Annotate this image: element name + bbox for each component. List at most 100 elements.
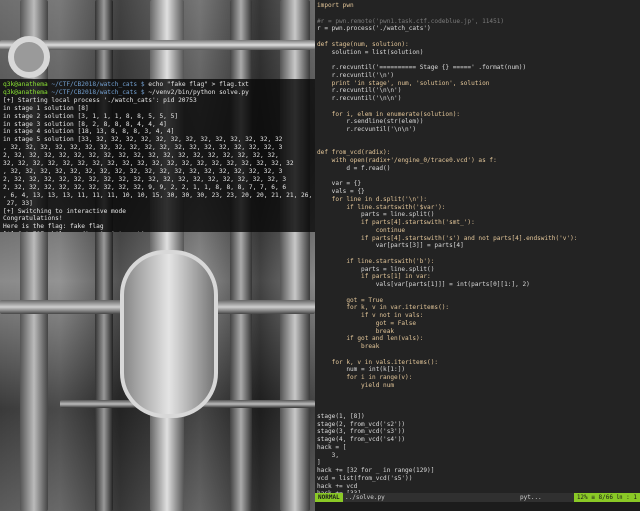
terminal-prompt-line: q3k@anathema ~/CTF/CB2018/watch_cats $ e…: [3, 81, 312, 89]
code-line: vals[var[parts[1]]] = int(parts[0][1:], …: [317, 281, 530, 288]
code-line: for i, elem in enumerate(solution):: [317, 110, 461, 118]
code-line: if parts[1] in var:: [317, 273, 431, 281]
terminal-output-line: 27, 33]: [3, 199, 33, 207]
code-line: r.recvuntil('\n'): [317, 71, 395, 79]
prompt-path: ~/CTF/CB2018/watch_cats $: [47, 88, 149, 96]
code-line: vals = {}: [317, 188, 365, 195]
vim-mode-indicator: NORMAL: [315, 493, 343, 502]
terminal-output-line: , 6, 4, 13, 13, 13, 11, 11, 11, 10, 10, …: [3, 191, 312, 199]
code-line: got = False: [317, 319, 417, 327]
terminal-output-line: in stage 3 solution [8, 2, 8, 8, 8, 4, 4…: [3, 120, 167, 128]
code-line: def from_vcd(radix):: [317, 149, 391, 157]
code-line: got = True: [317, 296, 384, 304]
wallpaper-pipe: [95, 0, 113, 511]
code-line: if line.startswith('b'):: [317, 257, 435, 265]
code-line: print 'in stage', num, 'solution', solut…: [317, 79, 490, 87]
code-line: for i in range(v):: [317, 374, 413, 381]
terminal-output-line: in stage 5 solution [33, 32, 32, 32, 32,…: [3, 136, 283, 144]
code-line: #r = pwn.remote('pwn1.task.ctf.codeblue.…: [317, 17, 505, 25]
code-line: parts = line.split(): [317, 211, 435, 219]
code-line: var = {}: [317, 180, 362, 188]
code-line: import pwn: [317, 2, 354, 9]
code-line: stage(2, from_vcd('s2')): [317, 420, 406, 428]
code-line: d = f.read(): [317, 164, 391, 172]
terminal-output-line: 32, 32, 32, 32, 32, 32, 32, 32, 32, 32, …: [3, 160, 294, 168]
code-line: if parts[4].startswith('s') and not part…: [317, 234, 578, 242]
code-line: r = pwn.process('./watch_cats'): [317, 25, 431, 33]
code-line: if got and len(vals):: [317, 335, 424, 343]
terminal-output-line: 2, 32, 32, 32, 32, 32, 32, 32, 32, 32, 3…: [3, 152, 279, 160]
code-line: def stage(num, solution):: [317, 40, 409, 48]
terminal-output-line: , 32, 32, 32, 32, 32, 32, 32, 32, 32, 32…: [3, 167, 283, 175]
terminal-output-line: in stage 1 solution [8]: [3, 104, 89, 112]
terminal-output: [+] Starting local process './watch_cats…: [3, 97, 312, 232]
terminal-output-line: [+] Starting local process './watch_cats…: [3, 96, 197, 104]
code-line: for k, v in var.iteritems():: [317, 304, 450, 312]
terminal-output-line: Here is the flag: fake flag: [3, 223, 104, 231]
code-line: r.recvuntil('\n\n'): [317, 126, 417, 133]
code-line: stage(3, from_vcd('s3')): [317, 428, 406, 436]
terminal-output-line: [+] Switching to interactive mode: [3, 207, 126, 215]
terminal-prompt-line: q3k@anathema ~/CTF/CB2018/watch_cats $ ~…: [3, 89, 312, 97]
code-line: hack += [32 for _ in range(129)]: [317, 467, 435, 474]
code-line: solution = list(solution): [317, 48, 424, 56]
code-line: if parts[4].startswith('smt_'):: [317, 219, 475, 226]
code-line: continue: [317, 226, 406, 234]
terminal-output-line: [*] Got EOF while reading in interactive: [3, 231, 312, 232]
prompt-command: echo "fake flag" > flag.txt: [148, 81, 249, 88]
code-line: var[parts[3]] = parts[4]: [317, 242, 464, 250]
code-line: break: [317, 327, 395, 335]
code-line: 3,: [317, 451, 340, 459]
code-line: stage(4, from_vcd('s4')): [317, 436, 406, 443]
terminal-output-line: in stage 2 solution [3, 1, 1, 1, 8, 8, 5…: [3, 112, 179, 120]
code-line: parts = line.split(): [317, 265, 435, 273]
vim-cursor-position: 12% ≡ 8/66 ㏑ : 1: [573, 493, 640, 502]
code-line: r.sendline(str(elem)): [317, 118, 424, 126]
vim-code-area[interactable]: import pwn #r = pwn.remote('pwn1.task.ctf…: [317, 2, 638, 493]
code-line: hack = [: [317, 443, 347, 451]
code-line: hack += vcd: [317, 482, 358, 490]
prompt-user: q3k@anathema: [3, 88, 48, 96]
code-line: num = int(k[1:]): [317, 366, 406, 374]
terminal-window[interactable]: q3k@anathema ~/CTF/CB2018/watch_cats $ e…: [0, 79, 315, 232]
terminal-output-line: , 32, 32, 32, 32, 32, 32, 32, 32, 32, 32…: [3, 144, 283, 152]
terminal-output-line: in stage 4 solution [18, 13, 8, 8, 8, 3,…: [3, 128, 175, 136]
terminal-output-line: 2, 32, 32, 32, 32, 32, 32, 32, 32, 32, 3…: [3, 175, 287, 183]
code-line: break: [317, 343, 380, 350]
code-line: if line.startswith('$var'):: [317, 203, 446, 211]
code-line: if v not in vals:: [317, 312, 424, 319]
code-line: ]: [317, 459, 321, 467]
code-line: for line in d.split('\n'):: [317, 195, 428, 203]
code-line: r.recvuntil('========== Stage {} =====' …: [317, 64, 527, 71]
vim-editor-window[interactable]: import pwn #r = pwn.remote('pwn1.task.ctf…: [315, 0, 640, 511]
terminal-output-line: 2, 32, 32, 32, 32, 32, 32, 32, 32, 32, 9…: [3, 183, 287, 191]
code-line: r.recvuntil('\n\n'): [317, 87, 402, 95]
code-line: for k, v in vals.iteritems():: [317, 358, 439, 366]
wallpaper-tank: [8, 36, 50, 78]
prompt-user: q3k@anathema: [3, 81, 48, 88]
vim-statusline: NORMAL ../solve.py pyt... 12% ≡ 8/66 ㏑ :…: [315, 493, 640, 502]
vim-filename: ../solve.py: [345, 494, 385, 501]
prompt-path: ~/CTF/CB2018/watch_cats $: [47, 81, 149, 88]
vim-command-line[interactable]: [315, 502, 640, 511]
code-line: r.recvuntil('\n\n'): [317, 95, 402, 102]
wallpaper-pipe: [280, 0, 310, 511]
code-line: yield num: [317, 381, 395, 389]
terminal-output-line: Congratulations!: [3, 215, 63, 223]
prompt-command: ~/venv2/bin/python solve.py: [148, 88, 249, 96]
code-line: vcd = list(from_vcd('s5')): [317, 474, 413, 482]
wallpaper-tank: [120, 250, 218, 418]
